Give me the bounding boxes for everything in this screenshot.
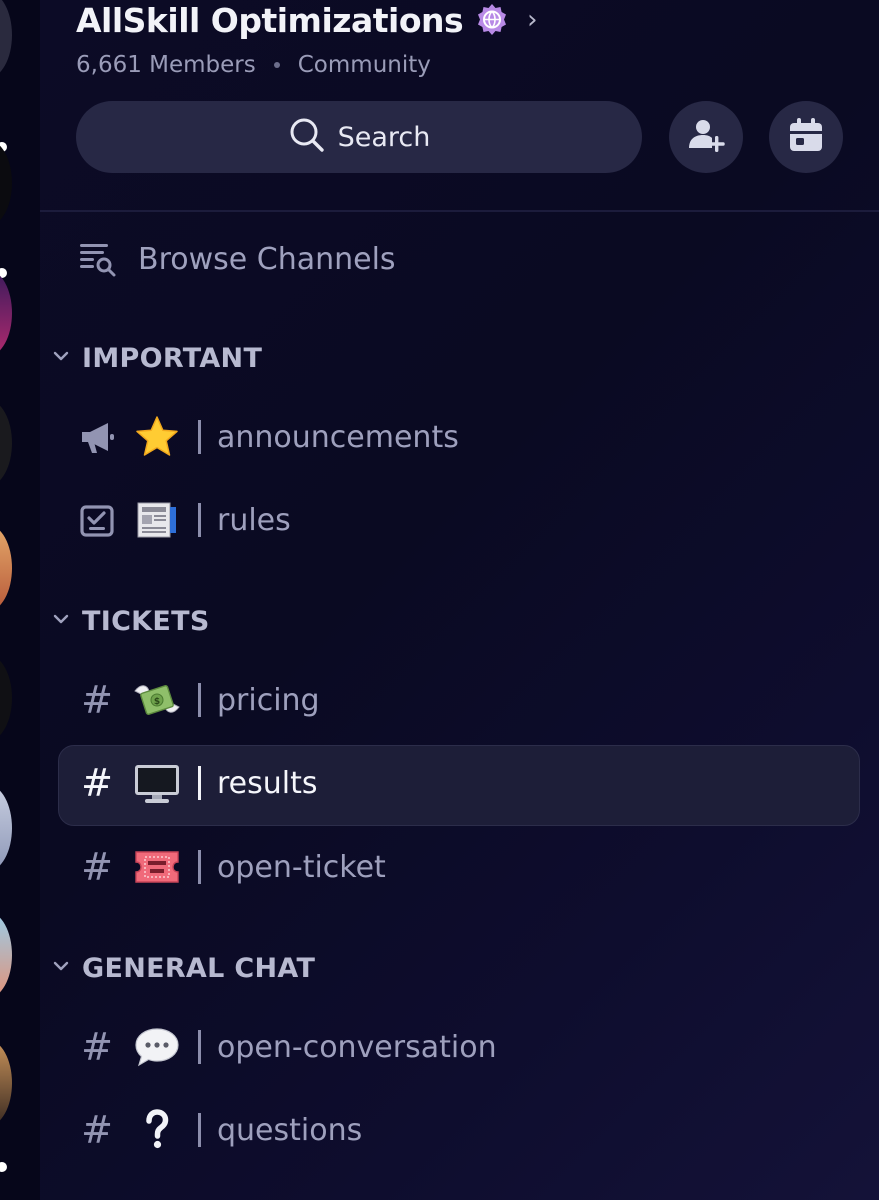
svg-text:$: $ — [154, 697, 160, 707]
chevron-down-icon — [52, 957, 70, 979]
server-icon[interactable] — [0, 1040, 12, 1126]
chevron-right-icon: › — [527, 5, 538, 35]
money-wings-emoji-icon: $ — [132, 675, 182, 725]
newspaper-emoji-icon — [132, 495, 182, 545]
server-icon[interactable] — [0, 785, 12, 871]
channel-name: open-ticket — [217, 849, 386, 885]
category-label: IMPORTANT — [82, 342, 263, 374]
ticket-emoji-icon — [132, 842, 182, 892]
hash-icon: # — [81, 1108, 113, 1152]
server-icon[interactable] — [0, 655, 12, 741]
server-type: Community — [297, 52, 431, 78]
server-icon[interactable] — [0, 140, 12, 226]
member-count: 6,661 Members — [76, 52, 256, 78]
browse-channels-label: Browse Channels — [138, 241, 396, 277]
hash-icon: # — [81, 761, 113, 805]
channel-questions[interactable]: # questions — [76, 1105, 362, 1155]
separator-bar — [198, 1030, 201, 1064]
events-button[interactable] — [769, 101, 843, 173]
channel-name: questions — [217, 1112, 363, 1148]
separator-dot — [273, 62, 280, 68]
server-icon[interactable] — [0, 400, 12, 486]
channel-name: pricing — [217, 682, 320, 718]
separator-bar — [198, 1113, 201, 1147]
category-label: GENERAL CHAT — [82, 952, 316, 984]
speech-bubble-emoji-icon — [132, 1022, 182, 1072]
server-icon[interactable] — [0, 525, 12, 611]
notification-dot — [0, 1160, 9, 1174]
search-button[interactable]: Search — [76, 101, 642, 173]
add-user-icon — [685, 114, 727, 160]
hash-icon: # — [81, 678, 113, 722]
channel-name: open-conversation — [217, 1029, 497, 1065]
chevron-down-icon — [52, 610, 70, 632]
calendar-icon — [786, 115, 826, 159]
star-emoji-icon — [132, 412, 182, 462]
megaphone-icon — [76, 416, 118, 458]
category-tickets[interactable]: TICKETS — [52, 601, 210, 641]
desktop-computer-emoji-icon — [132, 758, 182, 808]
channel-open-conversation[interactable]: # open-conversation — [76, 1022, 497, 1072]
separator-bar — [198, 766, 201, 800]
question-mark-emoji-icon — [132, 1105, 182, 1155]
category-label: TICKETS — [82, 605, 210, 637]
server-icon[interactable] — [0, 0, 12, 78]
channel-name: announcements — [217, 419, 459, 455]
channel-name: results — [217, 765, 318, 801]
header-divider — [40, 210, 879, 212]
search-icon — [288, 116, 326, 158]
separator-bar — [198, 503, 201, 537]
channel-open-ticket[interactable]: # open-ticket — [76, 842, 386, 892]
channel-name: rules — [217, 502, 291, 538]
chevron-down-icon — [52, 347, 70, 369]
server-name: AllSkill Optimizations — [76, 0, 464, 40]
search-label: Search — [337, 121, 431, 153]
server-header[interactable]: AllSkill Optimizations › — [76, 0, 538, 40]
channel-results[interactable]: # results — [76, 758, 318, 808]
invite-button[interactable] — [669, 101, 743, 173]
separator-bar — [198, 420, 201, 454]
channel-rules[interactable]: rules — [76, 495, 291, 545]
category-general-chat[interactable]: GENERAL CHAT — [52, 948, 315, 988]
community-badge-icon — [475, 3, 509, 37]
separator-bar — [198, 850, 201, 884]
category-important[interactable]: IMPORTANT — [52, 338, 262, 378]
channel-pricing[interactable]: # $ pricing — [76, 675, 320, 725]
separator-bar — [198, 683, 201, 717]
channel-announcements[interactable]: announcements — [76, 412, 459, 462]
browse-channels-button[interactable]: Browse Channels — [76, 234, 396, 284]
checklist-icon — [76, 499, 118, 541]
server-meta: 6,661 Members Community — [76, 50, 431, 80]
hash-icon: # — [81, 1025, 113, 1069]
server-rail — [0, 0, 40, 1200]
browse-list-icon — [76, 238, 118, 280]
server-icon[interactable] — [0, 912, 12, 998]
server-icon[interactable] — [0, 270, 12, 356]
hash-icon: # — [81, 845, 113, 889]
